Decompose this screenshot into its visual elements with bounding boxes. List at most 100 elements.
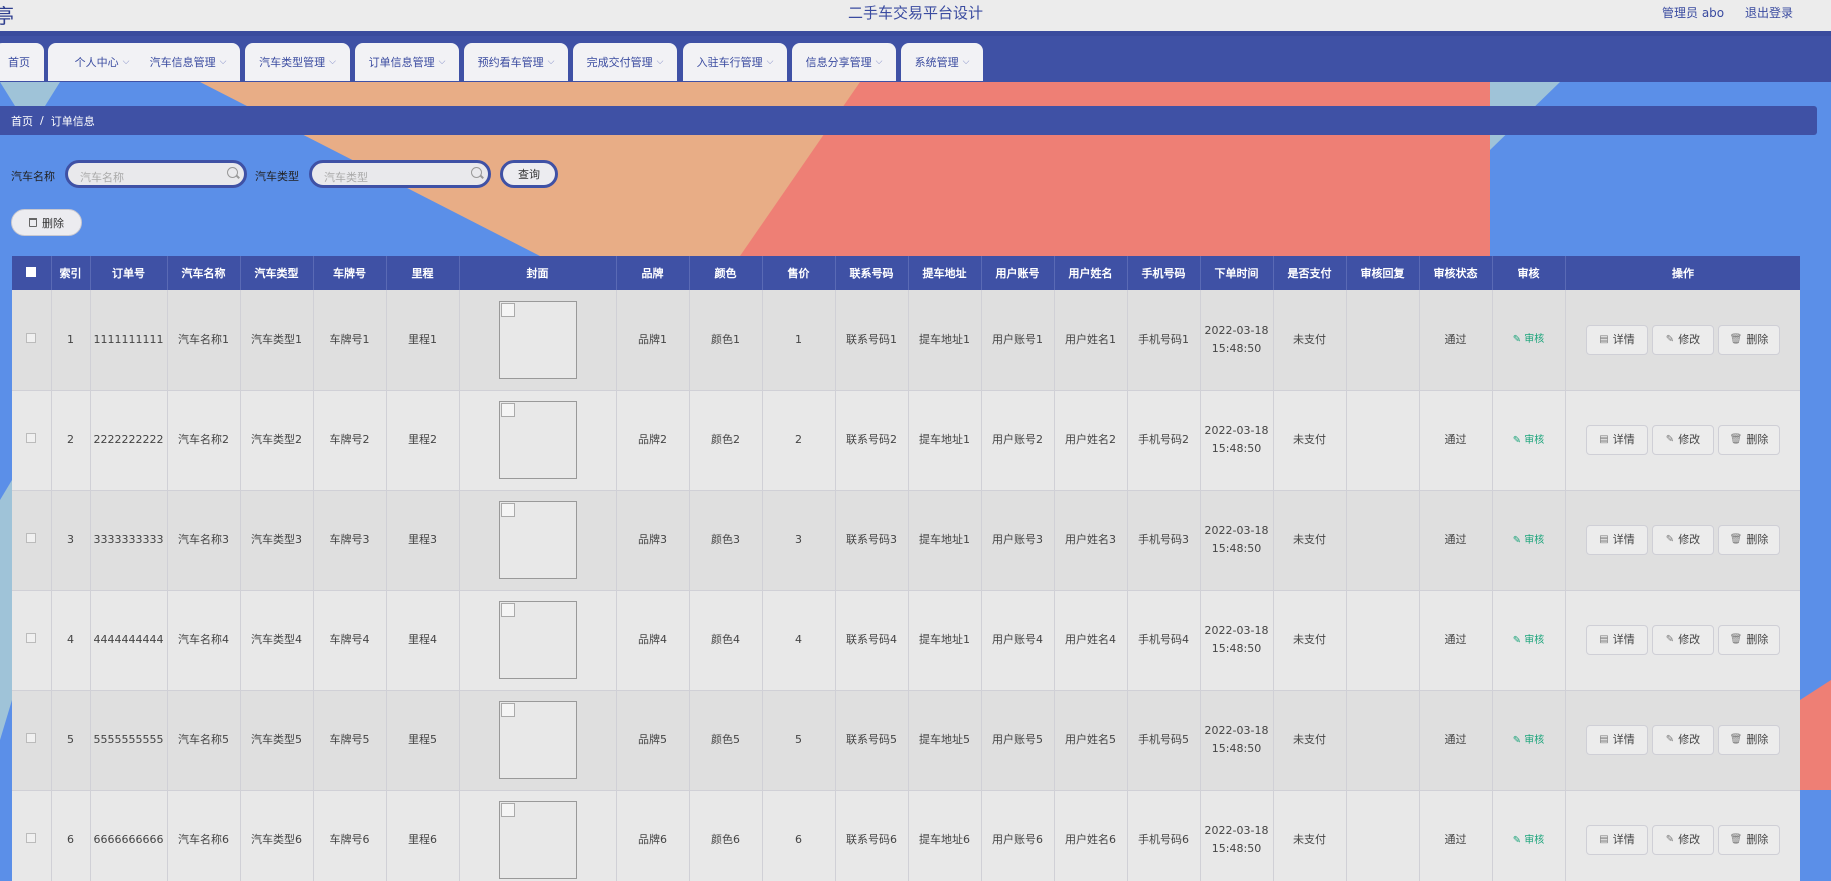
edit-button[interactable]: ✎ 修改	[1652, 625, 1714, 655]
trash-icon: 🗑	[1729, 434, 1743, 445]
row-checkbox[interactable]	[26, 733, 37, 743]
nav-item-delivery[interactable]: 完成交付管理 ⌵	[573, 43, 677, 81]
edit-button[interactable]: ✎ 修改	[1652, 324, 1714, 355]
row-checkbox[interactable]	[26, 633, 37, 643]
detail-button[interactable]: ▤ 详情	[1586, 525, 1648, 555]
cell-status: 通过	[1419, 390, 1493, 491]
row-select-cell[interactable]	[12, 690, 52, 791]
chevron-down-icon: ⌵	[219, 57, 227, 67]
select-all-checkbox[interactable]	[12, 256, 52, 290]
cell-contact: 联系号码4	[835, 590, 909, 691]
cell-pickup: 提车地址1	[908, 290, 982, 391]
edit-button[interactable]: ✎ 修改	[1652, 825, 1714, 855]
chevron-down-icon: ⌵	[656, 57, 664, 67]
audit-link[interactable]: ✎ 审核	[1513, 835, 1545, 846]
delete-button[interactable]: 🗑 删除	[1718, 525, 1780, 555]
cover-cell	[459, 390, 617, 491]
nav-item-system[interactable]: 系统管理 ⌵	[901, 43, 983, 81]
column-header: 汽车类型	[240, 256, 314, 290]
cell-user-name: 用户姓名5	[1054, 690, 1128, 791]
cell-status: 通过	[1419, 490, 1493, 591]
audit-link[interactable]: ✎ 审核	[1513, 435, 1545, 446]
cell-order-no: 6666666666	[90, 790, 168, 881]
audit-link[interactable]: ✎ 审核	[1513, 635, 1545, 646]
cell-pickup: 提车地址6	[908, 790, 982, 881]
checkbox-icon[interactable]	[26, 266, 37, 277]
nav-item-car-info[interactable]: 汽车信息管理 ⌵	[136, 43, 240, 81]
nav-item-viewing-appointment[interactable]: 预约看车管理 ⌵	[464, 43, 568, 81]
delete-button[interactable]: 🗑 删除	[1718, 324, 1780, 355]
column-header: 审核回复	[1346, 256, 1420, 290]
audit-link[interactable]: ✎ 审核	[1513, 535, 1545, 546]
column-header: 是否支付	[1273, 256, 1347, 290]
nav-item-car-type[interactable]: 汽车类型管理 ⌵	[245, 43, 350, 81]
row-select-cell[interactable]	[12, 390, 52, 491]
cover-cell	[459, 690, 617, 791]
row-checkbox[interactable]	[26, 533, 37, 543]
cell-account: 用户账号5	[981, 690, 1055, 791]
column-header: 审核状态	[1419, 256, 1493, 290]
car-name-input[interactable]: 汽车名称	[65, 160, 247, 188]
cell-price: 1	[762, 290, 836, 391]
table-header-row: 索引 订单号 汽车名称 汽车类型 车牌号 里程 封面 品牌 颜色 售价 联系号码 提车地址 用户账号 用户…	[12, 256, 1800, 290]
query-button[interactable]: 查询	[500, 160, 558, 188]
edit-button[interactable]: ✎ 修改	[1652, 725, 1714, 755]
cell-contact: 联系号码1	[835, 290, 909, 391]
nav-item-info-share[interactable]: 信息分享管理 ⌵	[792, 43, 896, 81]
row-select-cell[interactable]	[12, 490, 52, 591]
nav-item-home[interactable]: 首页	[0, 43, 44, 81]
column-header: 联系号码	[835, 256, 909, 290]
column-header: 审核	[1492, 256, 1566, 290]
cell-brand: 品牌6	[616, 790, 690, 881]
cell-index: 1	[51, 290, 91, 391]
detail-button[interactable]: ▤ 详情	[1586, 324, 1648, 355]
row-checkbox[interactable]	[26, 433, 37, 443]
detail-button[interactable]: ▤ 详情	[1586, 425, 1648, 455]
cell-plate: 车牌号6	[313, 790, 387, 881]
column-header: 手机号码	[1127, 256, 1201, 290]
batch-delete-button[interactable]: 删除	[11, 209, 82, 236]
delete-button[interactable]: 🗑 删除	[1718, 425, 1780, 455]
row-select-cell[interactable]	[12, 590, 52, 691]
audit-link[interactable]: ✎ 审核	[1513, 735, 1545, 746]
nav-item-order-info[interactable]: 订单信息管理 ⌵	[355, 43, 459, 81]
detail-button[interactable]: ▤ 详情	[1586, 725, 1648, 755]
cell-order-no: 1111111111	[90, 290, 168, 391]
nav-item-label: 汽车信息管理	[149, 56, 216, 69]
trash-icon	[29, 218, 37, 227]
cell-car-type: 汽车类型5	[240, 690, 314, 791]
delete-button[interactable]: 🗑 删除	[1718, 625, 1780, 655]
cell-phone: 手机号码3	[1127, 490, 1201, 591]
cell-user-name: 用户姓名4	[1054, 590, 1128, 691]
cell-contact: 联系号码2	[835, 390, 909, 491]
edit-button[interactable]: ✎ 修改	[1652, 525, 1714, 555]
cell-order-time: 2022-03-18 15:48:50	[1200, 690, 1274, 791]
row-select-cell[interactable]	[12, 290, 52, 391]
logout-link[interactable]: 退出登录	[1745, 4, 1793, 21]
edit-button[interactable]: ✎ 修改	[1652, 425, 1714, 455]
breadcrumb-home[interactable]: 首页	[11, 113, 33, 129]
row-checkbox[interactable]	[26, 833, 37, 843]
column-header: 索引	[51, 256, 91, 290]
batch-delete-label: 删除	[42, 216, 64, 230]
order-table: 索引 订单号 汽车名称 汽车类型 车牌号 里程 封面 品牌 颜色 售价 联系号码 提车地址 用户账号 用户…	[12, 256, 1800, 881]
detail-button[interactable]: ▤ 详情	[1586, 825, 1648, 855]
chevron-down-icon: ⌵	[766, 57, 774, 67]
row-select-cell[interactable]	[12, 790, 52, 881]
car-type-label: 汽车类型	[255, 170, 299, 183]
audit-link[interactable]: ✎ 审核	[1513, 334, 1545, 345]
column-header: 用户账号	[981, 256, 1055, 290]
cell-phone: 手机号码5	[1127, 690, 1201, 791]
pencil-icon: ✎	[1512, 834, 1525, 846]
cover-image-placeholder	[498, 701, 577, 779]
delete-button[interactable]: 🗑 删除	[1718, 725, 1780, 755]
car-type-input[interactable]: 汽车类型	[309, 160, 491, 188]
cover-cell	[459, 290, 617, 391]
delete-button[interactable]: 🗑 删除	[1718, 825, 1780, 855]
cell-paid: 未支付	[1273, 790, 1347, 881]
chevron-down-icon: ⌵	[875, 57, 883, 67]
pencil-icon: ✎	[1512, 434, 1525, 446]
detail-button[interactable]: ▤ 详情	[1586, 625, 1648, 655]
nav-item-dealer[interactable]: 入驻车行管理 ⌵	[683, 43, 787, 81]
row-checkbox[interactable]	[26, 332, 37, 343]
